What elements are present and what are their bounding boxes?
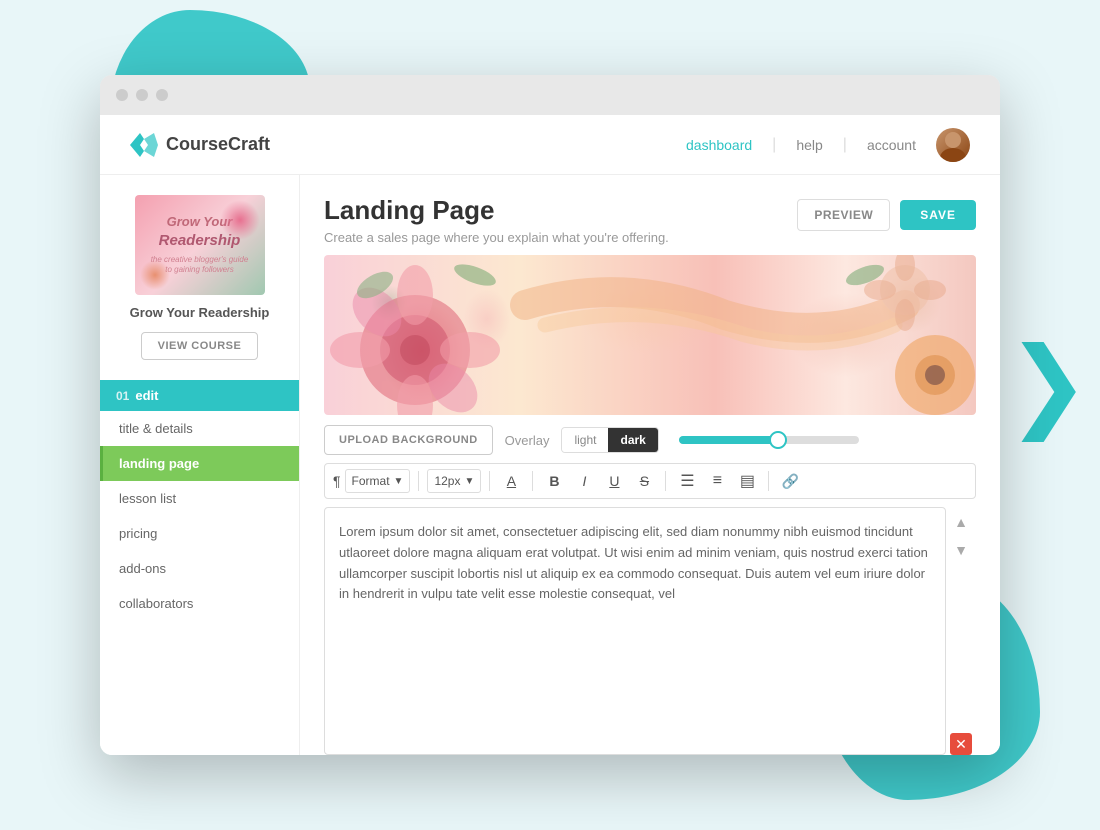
browser-content: CourseCraft dashboard | help | account — [100, 115, 1000, 755]
editor-sidebar: ▲ ▼ ✕ — [946, 507, 976, 755]
logo-icon — [130, 133, 158, 157]
format-label: Format — [352, 474, 390, 488]
sidebar-item-title-details[interactable]: title & details — [100, 411, 299, 446]
overlay-label: Overlay — [505, 433, 550, 448]
delete-button[interactable]: ✕ — [950, 733, 972, 755]
hero-image-area — [324, 255, 976, 415]
section-label: edit — [135, 388, 158, 403]
browser-window: CourseCraft dashboard | help | account — [100, 75, 1000, 755]
nav-divider-1: | — [772, 136, 776, 154]
page-subtitle: Create a sales page where you explain wh… — [324, 230, 669, 245]
format-toolbar: ¶ Format ▼ 12px ▼ — [324, 463, 976, 499]
sidebar: Grow Your Readership the creative blogge… — [100, 175, 300, 755]
logo: CourseCraft — [130, 133, 686, 157]
sidebar-item-lesson-list[interactable]: lesson list — [100, 481, 299, 516]
browser-bar — [100, 75, 1000, 115]
toolbar-divider-5 — [768, 471, 769, 491]
preview-button[interactable]: PREVIEW — [797, 199, 890, 231]
save-button[interactable]: SAVE — [900, 200, 976, 230]
toolbar-divider-2 — [489, 471, 490, 491]
overlay-slider[interactable] — [679, 436, 859, 444]
page-header: Landing Page Create a sales page where y… — [300, 175, 1000, 255]
move-down-button[interactable]: ▼ — [950, 539, 972, 561]
unordered-list-button[interactable]: ≡ — [704, 468, 730, 494]
page-content: Landing Page Create a sales page where y… — [300, 175, 1000, 755]
view-course-button[interactable]: VIEW COURSE — [141, 332, 259, 360]
main-layout: Grow Your Readership the creative blogge… — [100, 175, 1000, 755]
window-dot-1 — [116, 89, 128, 101]
course-name: Grow Your Readership — [100, 305, 299, 332]
nav-links: dashboard | help | account — [686, 128, 970, 162]
font-size-select[interactable]: 12px ▼ — [427, 469, 481, 493]
slider-thumb[interactable] — [769, 431, 787, 449]
font-size-value: 12px — [434, 474, 460, 488]
move-up-button[interactable]: ▲ — [950, 511, 972, 533]
toolbar-divider-3 — [532, 471, 533, 491]
align-button[interactable]: ▤ — [734, 468, 760, 494]
link-button[interactable]: 🔗 — [777, 468, 803, 494]
underline-button[interactable]: U — [601, 468, 627, 494]
hero-svg — [324, 255, 976, 415]
sidebar-item-pricing[interactable]: pricing — [100, 516, 299, 551]
paragraph-icon: ¶ — [333, 473, 341, 489]
nav-help[interactable]: help — [796, 137, 822, 153]
sidebar-item-landing-page[interactable]: landing page — [100, 446, 299, 481]
sidebar-item-collaborators[interactable]: collaborators — [100, 586, 299, 621]
upload-background-button[interactable]: UPLOAD BACKGROUND — [324, 425, 493, 455]
editor-wrapper: Lorem ipsum dolor sit amet, consectetuer… — [324, 507, 976, 755]
upload-row: UPLOAD BACKGROUND Overlay light dark — [324, 425, 976, 455]
bold-button[interactable]: B — [541, 468, 567, 494]
logo-text: CourseCraft — [166, 134, 270, 155]
overlay-toggle-group: light dark — [561, 427, 658, 453]
sidebar-item-add-ons[interactable]: add-ons — [100, 551, 299, 586]
nav-divider-2: | — [843, 136, 847, 154]
course-thumbnail: Grow Your Readership the creative blogge… — [135, 195, 265, 295]
section-number: 01 — [116, 389, 129, 403]
page-title-area: Landing Page Create a sales page where y… — [324, 195, 669, 245]
device-wrapper: CourseCraft dashboard | help | account — [0, 0, 1100, 830]
toolbar-divider-4 — [665, 471, 666, 491]
strikethrough-button[interactable]: S — [631, 468, 657, 494]
editor-content[interactable]: Lorem ipsum dolor sit amet, consectetuer… — [324, 507, 946, 755]
format-dropdown-icon: ▼ — [394, 476, 404, 487]
font-color-button[interactable]: A — [498, 468, 524, 494]
ordered-list-button[interactable]: ☰ — [674, 468, 700, 494]
page-title: Landing Page — [324, 195, 669, 226]
window-dot-2 — [136, 89, 148, 101]
nav-account[interactable]: account — [867, 137, 916, 153]
italic-button[interactable]: I — [571, 468, 597, 494]
top-nav: CourseCraft dashboard | help | account — [100, 115, 1000, 175]
avatar[interactable] — [936, 128, 970, 162]
window-dot-3 — [156, 89, 168, 101]
format-select[interactable]: Format ▼ — [345, 469, 411, 493]
font-size-dropdown-icon: ▼ — [464, 476, 474, 487]
toggle-light[interactable]: light — [562, 428, 608, 452]
toolbar-area: UPLOAD BACKGROUND Overlay light dark — [300, 415, 1000, 499]
editor-body-text: Lorem ipsum dolor sit amet, consectetuer… — [339, 522, 931, 605]
sidebar-section-header: 01 edit — [100, 380, 299, 411]
nav-dashboard[interactable]: dashboard — [686, 137, 752, 153]
toggle-dark[interactable]: dark — [608, 428, 657, 452]
header-actions: PREVIEW SAVE — [797, 199, 976, 231]
toolbar-divider-1 — [418, 471, 419, 491]
